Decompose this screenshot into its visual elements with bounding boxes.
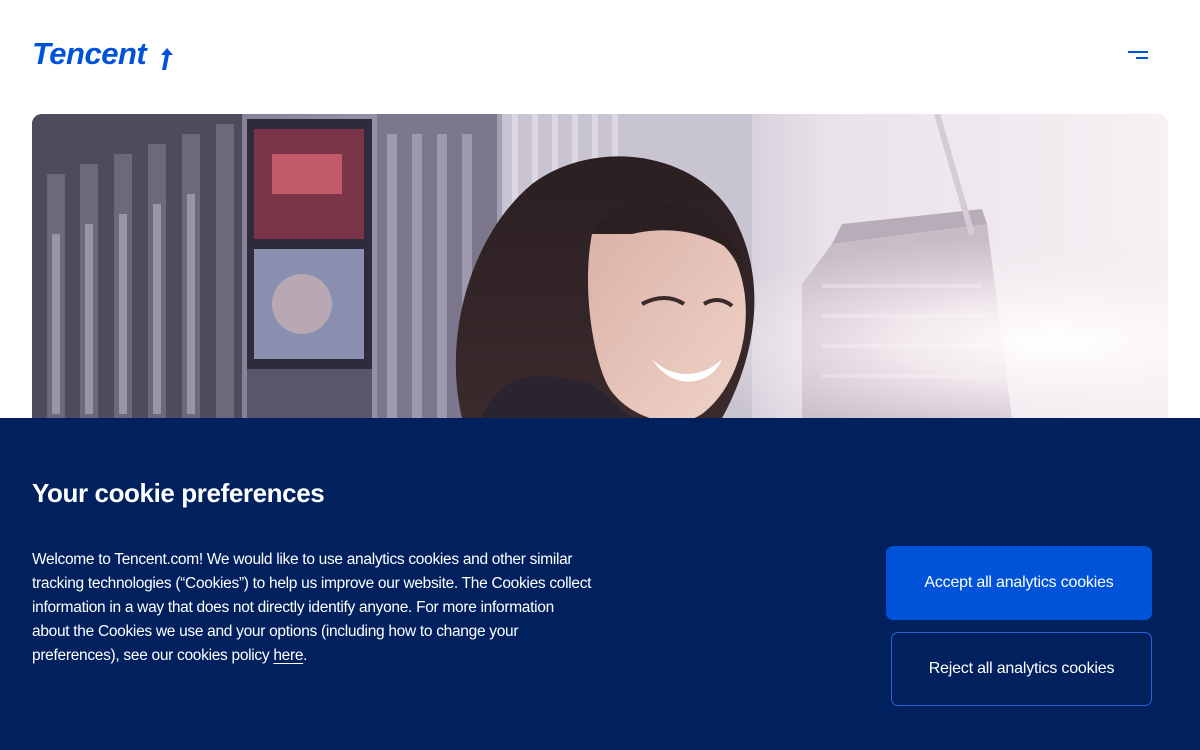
accept-cookies-button[interactable]: Accept all analytics cookies xyxy=(886,546,1152,620)
logo-text: Tencent xyxy=(32,36,147,71)
site-header: Tencent xyxy=(0,0,1200,114)
hero-image xyxy=(32,114,1168,418)
page: Tencent Your cookie preferences Welcome … xyxy=(0,0,1200,750)
cookies-policy-link[interactable]: here xyxy=(273,647,303,664)
logo-arrow-icon xyxy=(161,48,173,70)
hero-photo xyxy=(32,114,1168,418)
cookie-description: Welcome to Tencent.com! We would like to… xyxy=(32,548,592,668)
reject-cookies-button[interactable]: Reject all analytics cookies xyxy=(891,632,1152,706)
menu-button[interactable] xyxy=(1122,46,1154,68)
cookie-trailing-text: . xyxy=(303,647,308,664)
cookie-title: Your cookie preferences xyxy=(32,478,325,508)
cookie-banner: Your cookie preferences Welcome to Tence… xyxy=(0,418,1200,750)
cookie-body-text: Welcome to Tencent.com! We would like to… xyxy=(32,551,592,664)
